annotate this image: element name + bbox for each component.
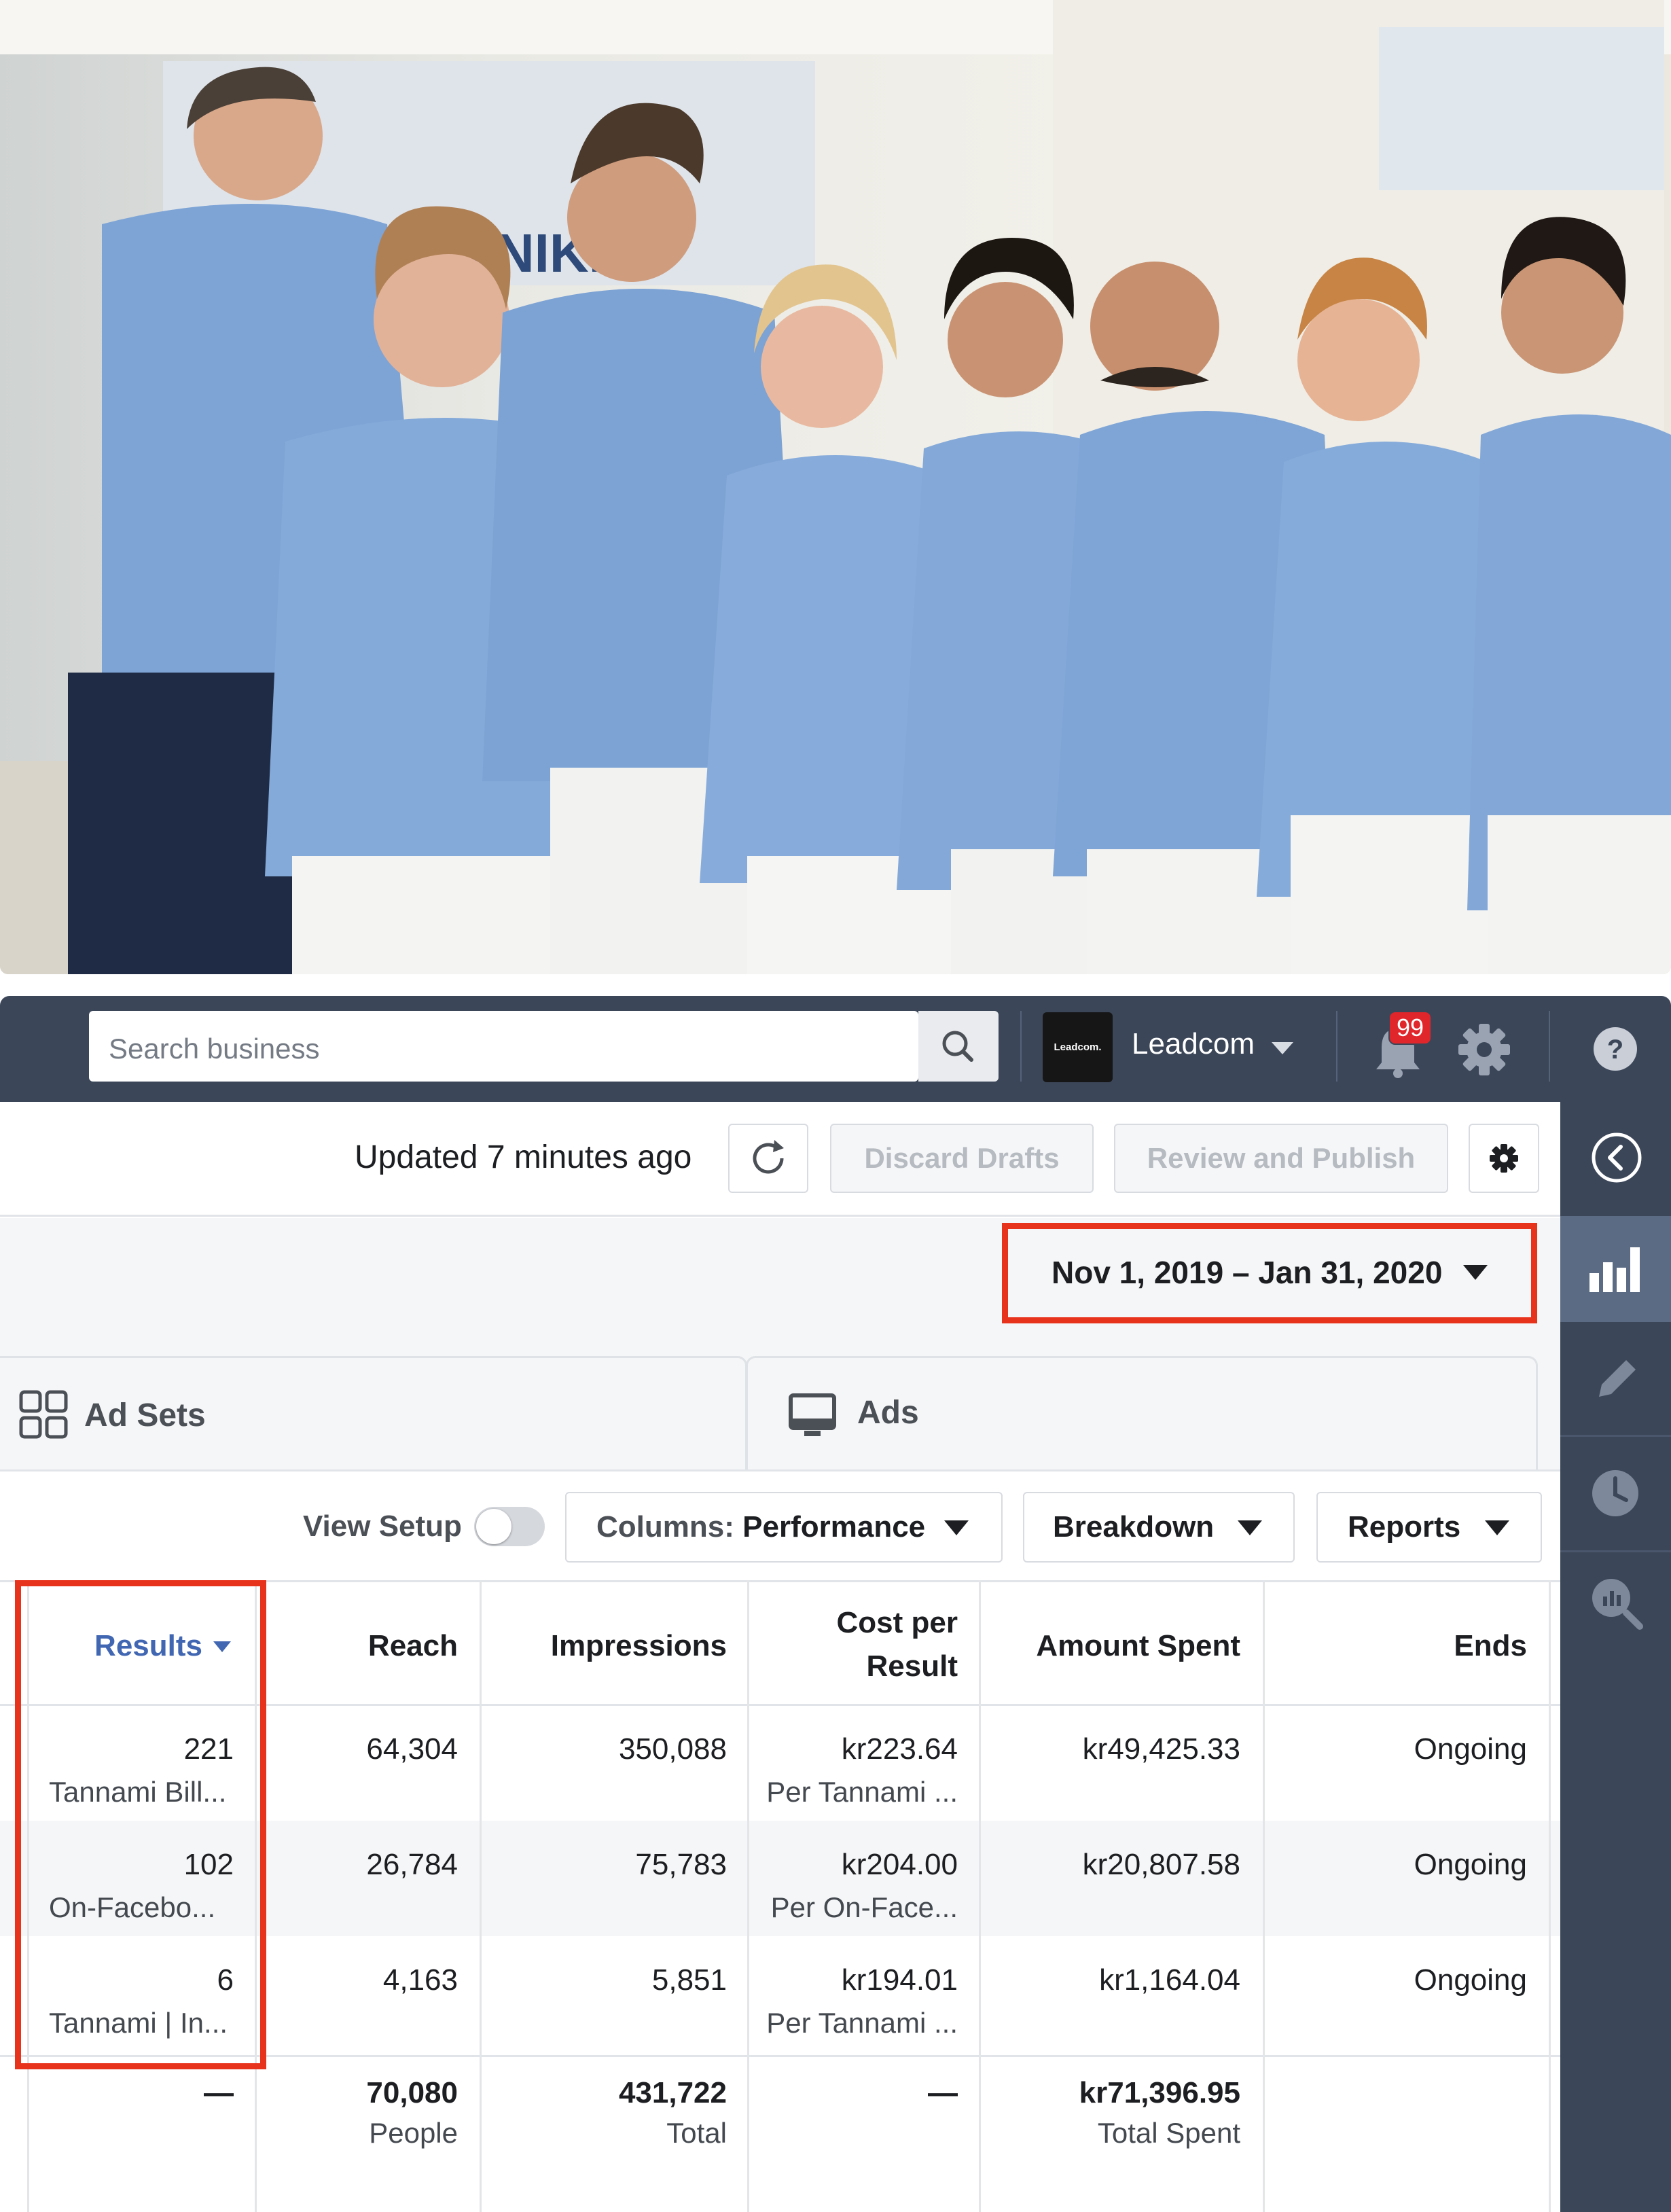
svg-text:?: ? bbox=[1607, 1035, 1623, 1065]
total-impressions: 431,722 bbox=[618, 2076, 727, 2109]
divider bbox=[0, 1215, 1560, 1217]
column-separator bbox=[979, 1580, 981, 2212]
rail-lower-area bbox=[1560, 1658, 1671, 2212]
review-and-publish-button[interactable]: Review and Publish bbox=[1114, 1124, 1448, 1193]
column-header-amount-spent[interactable]: Amount Spent bbox=[992, 1629, 1240, 1663]
cell-ends: Ongoing bbox=[1414, 1963, 1527, 1997]
total-amount-spent-sub: Total Spent bbox=[1097, 2117, 1240, 2149]
total-impressions-sub: Total bbox=[666, 2117, 727, 2149]
cell-reach: 4,163 bbox=[382, 1963, 458, 1997]
total-cost-per-result: — bbox=[928, 2076, 958, 2109]
cell-impressions: 75,783 bbox=[635, 1848, 727, 1881]
account-avatar[interactable]: Leadcom. bbox=[1043, 1012, 1113, 1082]
chevron-down-icon[interactable] bbox=[941, 1516, 971, 1539]
total-amount-spent: kr71,396.95 bbox=[1079, 2076, 1240, 2109]
view-setup-toggle[interactable] bbox=[474, 1507, 545, 1546]
column-separator bbox=[1263, 1580, 1265, 2212]
divider bbox=[1560, 1435, 1671, 1437]
columns-label: Columns: bbox=[596, 1510, 734, 1544]
total-results: — bbox=[204, 2076, 234, 2109]
search-placeholder: Search business bbox=[109, 1033, 320, 1065]
columns-dropdown[interactable]: Columns: Performance bbox=[565, 1492, 1003, 1563]
divider bbox=[1560, 1550, 1671, 1552]
grid-icon bbox=[19, 1390, 68, 1439]
column-header-ends[interactable]: Ends bbox=[1277, 1629, 1527, 1663]
column-header-impressions[interactable]: Impressions bbox=[496, 1629, 727, 1663]
cell-impressions: 5,851 bbox=[651, 1963, 727, 1997]
gear-icon bbox=[1490, 1144, 1518, 1173]
refresh-icon bbox=[753, 1140, 784, 1174]
cell-cost-per-result-sub: Per Tannami ... bbox=[766, 2007, 958, 2039]
pencil-icon[interactable] bbox=[1592, 1356, 1640, 1404]
cell-ends: Ongoing bbox=[1414, 1732, 1527, 1766]
view-setup-label: View Setup bbox=[303, 1510, 462, 1543]
collapse-back-icon[interactable] bbox=[1589, 1130, 1644, 1185]
table-settings-button[interactable] bbox=[1469, 1124, 1539, 1193]
divider bbox=[1020, 1011, 1022, 1082]
total-reach-sub: People bbox=[369, 2117, 458, 2149]
discard-drafts-button[interactable]: Discard Drafts bbox=[830, 1124, 1094, 1193]
search-button[interactable] bbox=[918, 1011, 999, 1082]
column-header-cost-per-result-line1[interactable]: Cost per bbox=[761, 1606, 958, 1640]
cell-reach: 64,304 bbox=[366, 1732, 458, 1766]
gear-icon[interactable] bbox=[1455, 1020, 1513, 1079]
cell-cost-per-result-sub: Per On-Face... bbox=[770, 1891, 958, 1923]
inspect-search-icon[interactable] bbox=[1588, 1575, 1647, 1633]
column-header-cost-per-result-line2[interactable]: Result bbox=[761, 1649, 958, 1683]
chevron-down-icon[interactable] bbox=[1482, 1516, 1512, 1539]
column-separator bbox=[747, 1580, 749, 2212]
divider bbox=[0, 1469, 1560, 1471]
cell-amount-spent: kr20,807.58 bbox=[1082, 1848, 1240, 1881]
cell-impressions: 350,088 bbox=[618, 1732, 727, 1766]
total-reach: 70,080 bbox=[366, 2076, 458, 2109]
cell-ends: Ongoing bbox=[1414, 1848, 1527, 1881]
divider bbox=[1549, 1011, 1550, 1082]
team-photo: AMI NIKK bbox=[0, 0, 1671, 974]
tab-ads-label: Ads bbox=[857, 1395, 919, 1431]
search-icon bbox=[942, 1031, 973, 1062]
ad-monitor-icon bbox=[789, 1393, 836, 1436]
cell-cost-per-result: kr204.00 bbox=[841, 1848, 958, 1881]
results-column-highlight bbox=[15, 1580, 266, 2069]
column-separator bbox=[1549, 1580, 1551, 2212]
team-photo-illustration: AMI NIKK bbox=[0, 0, 1671, 974]
chevron-down-icon[interactable] bbox=[1235, 1516, 1265, 1539]
clock-icon[interactable] bbox=[1589, 1467, 1641, 1519]
cell-cost-per-result: kr223.64 bbox=[841, 1732, 958, 1766]
column-separator bbox=[480, 1580, 482, 2212]
notification-badge: 99 bbox=[1388, 1011, 1433, 1045]
cell-cost-per-result: kr194.01 bbox=[841, 1963, 958, 1997]
cell-amount-spent: kr49,425.33 bbox=[1082, 1732, 1240, 1766]
cell-reach: 26,784 bbox=[366, 1848, 458, 1881]
cell-amount-spent: kr1,164.04 bbox=[1099, 1963, 1240, 1997]
cell-cost-per-result-sub: Per Tannami ... bbox=[766, 1776, 958, 1808]
columns-value: Performance bbox=[742, 1510, 926, 1544]
bar-chart-icon bbox=[1589, 1247, 1640, 1292]
column-header-reach[interactable]: Reach bbox=[272, 1629, 458, 1663]
help-icon[interactable]: ? bbox=[1592, 1026, 1638, 1072]
tab-ad-sets-label: Ad Sets bbox=[84, 1397, 206, 1433]
refresh-button[interactable] bbox=[728, 1124, 808, 1193]
last-updated-text: Updated 7 minutes ago bbox=[355, 1139, 692, 1175]
account-name[interactable]: Leadcom bbox=[1132, 1027, 1255, 1061]
chevron-down-icon[interactable] bbox=[1269, 1038, 1296, 1058]
divider bbox=[1336, 1011, 1337, 1082]
date-range-highlight bbox=[1002, 1223, 1537, 1323]
